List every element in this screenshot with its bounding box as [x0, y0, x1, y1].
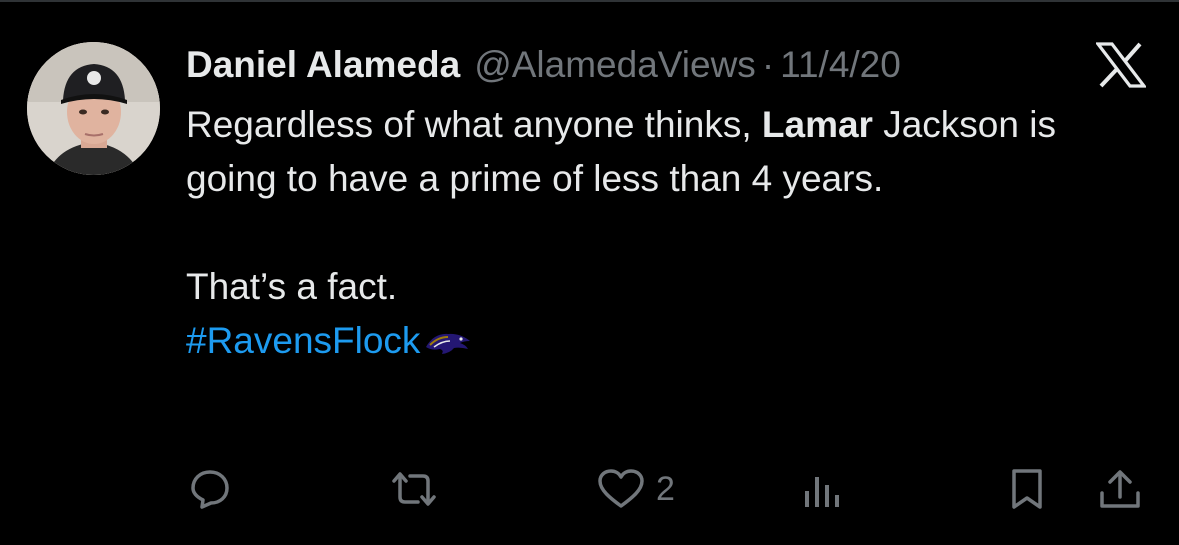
- tweet-text: Regardless of what anyone thinks, Lamar …: [186, 98, 1126, 372]
- tweet-text-segment: Regardless of what anyone thinks,: [186, 104, 762, 145]
- x-logo-icon[interactable]: [1094, 42, 1148, 88]
- bookmark-button[interactable]: [1008, 464, 1046, 514]
- tweet-text-bold: Lamar: [761, 104, 873, 145]
- bookmark-icon: [1012, 469, 1042, 509]
- share-button[interactable]: [1096, 464, 1144, 514]
- avatar-image: [27, 42, 160, 175]
- tweet-date[interactable]: 11/4/20: [780, 40, 901, 90]
- author-handle[interactable]: @AlamedaViews: [474, 40, 756, 90]
- retweet-button[interactable]: [388, 464, 450, 514]
- like-count: 2: [656, 469, 675, 508]
- share-icon: [1100, 470, 1140, 508]
- author-name[interactable]: Daniel Alameda: [186, 40, 460, 90]
- tweet-actions: 2: [0, 464, 1179, 514]
- views-button[interactable]: [800, 464, 856, 514]
- tweet-card: Daniel Alameda @AlamedaViews · 11/4/20 R…: [0, 0, 1179, 545]
- tweet-line-1: Regardless of what anyone thinks, Lamar …: [186, 98, 1126, 206]
- retweet-icon: [392, 472, 436, 506]
- tweet-line-3: That’s a fact.: [186, 266, 398, 307]
- tweet-line-4: #RavensFlock: [186, 314, 1126, 372]
- hashtag-link[interactable]: #RavensFlock: [186, 320, 420, 361]
- ravens-hashflag-icon: [424, 318, 472, 372]
- tweet-header: Daniel Alameda @AlamedaViews · 11/4/20: [186, 40, 901, 90]
- reply-icon: [191, 470, 229, 509]
- views-icon: [805, 477, 839, 507]
- avatar[interactable]: [27, 42, 160, 175]
- heart-icon: [598, 469, 644, 508]
- separator-dot: ·: [761, 44, 775, 85]
- reply-button[interactable]: [188, 464, 242, 514]
- like-button[interactable]: 2: [596, 464, 675, 514]
